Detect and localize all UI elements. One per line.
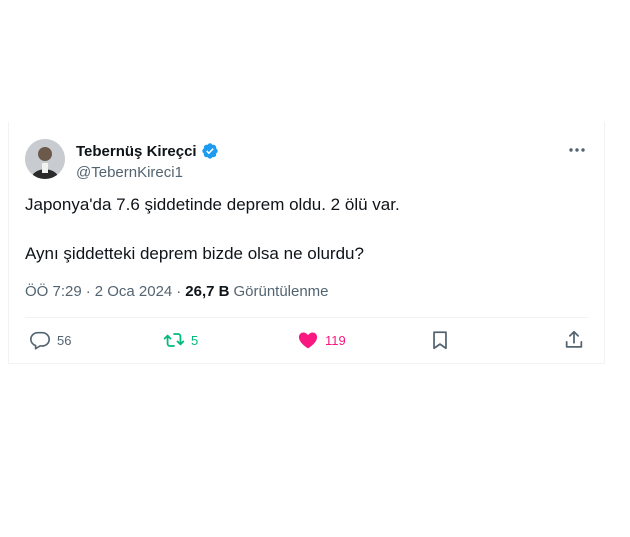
retweet-icon [163, 333, 185, 347]
share-button[interactable] [563, 329, 585, 351]
meta-separator-2: · [176, 283, 182, 300]
author-handle[interactable]: @TebernKireci1 [76, 164, 183, 181]
bookmark-button[interactable] [429, 329, 451, 351]
tweet-time[interactable]: ÖÖ 7:29 [25, 283, 82, 300]
retweet-count: 5 [191, 332, 199, 348]
reply-button[interactable]: 56 [29, 329, 71, 351]
tweet-meta: ÖÖ 7:29 · 2 Oca 2024 · 26,7 B Görüntülen… [25, 283, 329, 300]
reply-count: 56 [57, 332, 72, 348]
tweet-text-line-2: Aynı şiddetteki deprem bizde olsa ne olu… [25, 244, 364, 263]
tweet-text-line-1: Japonya'da 7.6 şiddetinde deprem oldu. 2… [25, 195, 400, 214]
reply-icon [30, 331, 50, 350]
share-icon [565, 330, 583, 348]
avatar[interactable] [25, 139, 65, 179]
views-count: 26,7 B [185, 283, 230, 300]
verified-badge-icon [201, 143, 218, 159]
retweet-button[interactable]: 5 [163, 329, 198, 351]
author-row: Tebernüş Kireçci [76, 142, 219, 160]
like-button[interactable]: 119 [297, 329, 346, 351]
bookmark-icon [433, 331, 447, 350]
views-label: Görüntülenme [233, 283, 329, 300]
more-icon[interactable] [566, 139, 588, 161]
meta-separator: · [85, 283, 91, 300]
heart-icon [298, 332, 318, 349]
tweet-date[interactable]: 2 Oca 2024 [95, 283, 173, 300]
tweet-card: Tebernüş Kireçci @TebernKireci1 Japonya'… [8, 122, 605, 364]
like-count: 119 [325, 332, 346, 348]
author-name[interactable]: Tebernüş Kireçci [76, 143, 197, 160]
divider [25, 317, 588, 318]
action-bar: 56 5 119 [25, 329, 588, 353]
